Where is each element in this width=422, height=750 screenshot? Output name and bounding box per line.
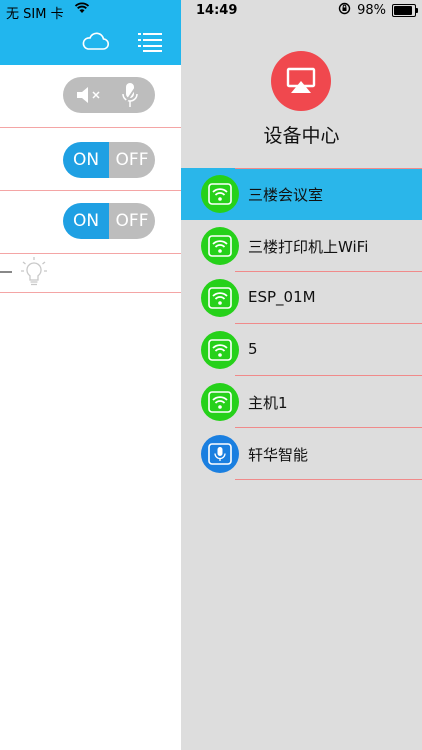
airplay-icon[interactable] [271, 51, 331, 111]
slider-track[interactable] [0, 271, 12, 273]
toggle-off-label[interactable]: OFF [109, 142, 155, 178]
device-label: ESP_01M [248, 288, 316, 306]
device-item[interactable]: 三楼会议室 [181, 168, 422, 220]
wifi-icon [201, 175, 239, 213]
cloud-icon[interactable] [80, 31, 110, 55]
on-off-toggle-2[interactable]: ON OFF [63, 203, 155, 239]
device-item[interactable]: 5 [181, 324, 422, 376]
microphone-icon[interactable] [121, 82, 139, 113]
status-time: 14:49 [196, 3, 238, 18]
light-row [0, 254, 181, 293]
toggle-off-label[interactable]: OFF [109, 203, 155, 239]
device-item[interactable]: 主机1 [181, 376, 422, 428]
device-item[interactable]: 三楼打印机上WiFi [181, 220, 422, 272]
sound-control-row [0, 65, 181, 128]
battery-percent: 98% [357, 3, 386, 18]
device-label: 轩华智能 [248, 446, 309, 464]
status-bar: 无 SIM 卡 14:49 98% [0, 0, 422, 22]
device-label: 三楼打印机上WiFi [248, 238, 369, 256]
device-center-drawer: 设备中心 三楼会议室 三楼打印机上WiFi ESP_01M 5 主机1 轩华智能 [181, 0, 422, 750]
on-off-toggle-1[interactable]: ON OFF [63, 142, 155, 178]
main-screen-panel: ON OFF ON OFF [0, 0, 181, 750]
device-item[interactable]: ESP_01M [181, 272, 422, 324]
device-list: 三楼会议室 三楼打印机上WiFi ESP_01M 5 主机1 轩华智能 [181, 168, 422, 480]
device-label: 5 [248, 340, 258, 358]
wifi-signal-icon [74, 2, 90, 18]
device-label: 主机1 [248, 394, 288, 412]
toggle-on-label[interactable]: ON [63, 142, 109, 178]
carrier-label: 无 SIM 卡 [6, 7, 64, 22]
device-label: 三楼会议室 [248, 186, 324, 204]
device-center-title: 设备中心 [263, 125, 340, 147]
mute-mic-control[interactable] [63, 77, 155, 113]
switch-row-1: ON OFF [0, 128, 181, 191]
wifi-icon [201, 383, 239, 421]
wifi-icon [201, 331, 239, 369]
switch-row-2: ON OFF [0, 191, 181, 254]
microphone-icon [201, 435, 239, 473]
light-bulb-icon[interactable] [20, 256, 48, 294]
list-menu-icon[interactable] [138, 32, 162, 56]
wifi-icon [201, 279, 239, 317]
speaker-mute-icon[interactable] [75, 86, 105, 108]
orientation-lock-icon [338, 2, 351, 19]
device-item[interactable]: 轩华智能 [181, 428, 422, 480]
wifi-icon [201, 227, 239, 265]
toggle-on-label[interactable]: ON [63, 203, 109, 239]
battery-icon [392, 4, 418, 17]
